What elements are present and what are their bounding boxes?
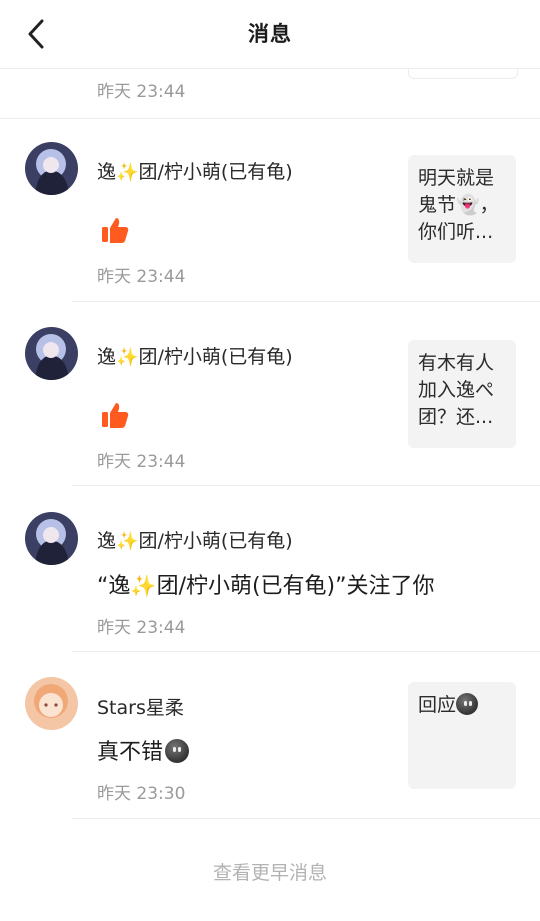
sender-name[interactable]: 逸✨团/柠小萌(已有龟): [97, 526, 293, 553]
sparkle-icon: ✨: [116, 531, 139, 552]
thumbs-up-icon: [102, 403, 129, 428]
divider: [72, 485, 540, 486]
message-text-open: “逸: [97, 574, 131, 599]
divider: [72, 818, 540, 819]
sender-name-prefix: 逸: [97, 161, 117, 183]
load-earlier-messages-link[interactable]: 查看更早消息: [0, 858, 540, 885]
sender-name-prefix: 逸: [97, 346, 117, 368]
timestamp: 昨天 23:44: [97, 452, 186, 472]
timestamp: 昨天 23:30: [97, 784, 186, 804]
sparkle-icon: ✨: [116, 347, 139, 368]
sparkle-icon: ✨: [130, 574, 157, 598]
list-item[interactable]: 逸✨团/柠小萌(已有龟) “逸✨团/柠小萌(已有龟)”关注了你 昨天 23:44: [0, 487, 540, 652]
divider: [72, 651, 540, 652]
message-text: 真不错: [97, 734, 190, 766]
post-preview[interactable]: 回应: [408, 682, 516, 789]
list-item[interactable]: 逸✨团/柠小萌(已有龟) 昨天 23:44 有木有人加入逸ぺ团？还...: [0, 303, 540, 486]
sender-name-suffix: 团/柠小萌(已有龟): [138, 346, 293, 368]
message-text-body: 真不错: [97, 740, 164, 765]
sender-name[interactable]: Stars星柔: [97, 693, 184, 720]
sender-name-prefix: 逸: [97, 530, 117, 552]
top-bar: 消息: [0, 0, 540, 69]
post-preview[interactable]: 有木有人加入逸ぺ团？还...: [408, 340, 516, 448]
list-item-partial[interactable]: 昨天 23:44: [0, 68, 540, 119]
preview-thumb-partial[interactable]: [408, 68, 518, 79]
message-text: “逸✨团/柠小萌(已有龟)”关注了你: [97, 568, 435, 600]
sender-name[interactable]: 逸✨团/柠小萌(已有龟): [97, 342, 293, 369]
page-title: 消息: [248, 22, 292, 46]
dark-face-emoji-icon: [456, 693, 479, 715]
timestamp: 昨天 23:44: [97, 618, 186, 638]
list-item[interactable]: 逸✨团/柠小萌(已有龟) 昨天 23:44 明天就是鬼节👻，你们听...: [0, 119, 540, 302]
timestamp: 昨天 23:44: [97, 82, 186, 102]
sender-name[interactable]: 逸✨团/柠小萌(已有龟): [97, 157, 293, 184]
divider: [72, 301, 540, 302]
avatar[interactable]: [25, 327, 78, 380]
avatar[interactable]: [25, 512, 78, 565]
message-text-close: 团/柠小萌(已有龟)”关注了你: [156, 574, 435, 599]
post-preview-text: 回应: [418, 694, 457, 716]
sparkle-icon: ✨: [116, 162, 139, 183]
thumbs-up-icon: [102, 218, 129, 243]
avatar[interactable]: [25, 142, 78, 195]
sender-name-suffix: 团/柠小萌(已有龟): [138, 161, 293, 183]
sender-name-suffix: 团/柠小萌(已有龟): [138, 530, 293, 552]
timestamp: 昨天 23:44: [97, 267, 186, 287]
list-item[interactable]: Stars星柔 真不错 昨天 23:30 回应: [0, 653, 540, 819]
avatar[interactable]: [25, 677, 78, 730]
dark-face-emoji-icon: [165, 739, 190, 763]
post-preview[interactable]: 明天就是鬼节👻，你们听...: [408, 155, 516, 263]
